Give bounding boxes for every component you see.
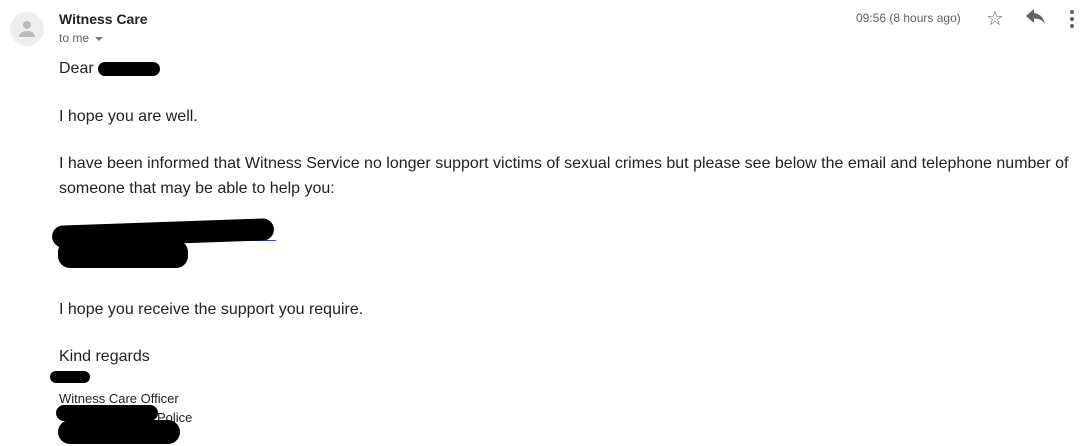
body-paragraph-line: I have been informed that Witness Servic… — [59, 155, 1069, 172]
redaction — [98, 62, 160, 76]
signature-title: Witness Care Officer — [59, 391, 179, 406]
reply-icon[interactable] — [1026, 9, 1046, 30]
sign-off: Kind regards — [59, 348, 150, 365]
chevron-down-icon — [95, 36, 104, 41]
star-icon[interactable]: ☆ — [986, 6, 1004, 31]
timestamp: 09:56 (8 hours ago) — [856, 11, 961, 25]
more-vert-icon[interactable] — [1070, 10, 1074, 33]
sender-name[interactable]: Witness Care — [59, 11, 148, 27]
body-line: I hope you are well. — [59, 108, 198, 125]
recipient-details-toggle[interactable]: to me — [59, 31, 104, 45]
sender-avatar[interactable] — [10, 12, 44, 46]
redaction — [58, 240, 188, 268]
recipient-label: to me — [59, 31, 90, 45]
body-line: I hope you receive the support you requi… — [59, 301, 364, 318]
greeting: Dear — [59, 60, 94, 77]
redaction — [56, 405, 158, 421]
redaction — [50, 371, 90, 383]
person-avatar-icon — [19, 21, 35, 37]
body-paragraph-line: someone that may be able to help you: — [59, 180, 335, 197]
redaction — [58, 420, 180, 444]
